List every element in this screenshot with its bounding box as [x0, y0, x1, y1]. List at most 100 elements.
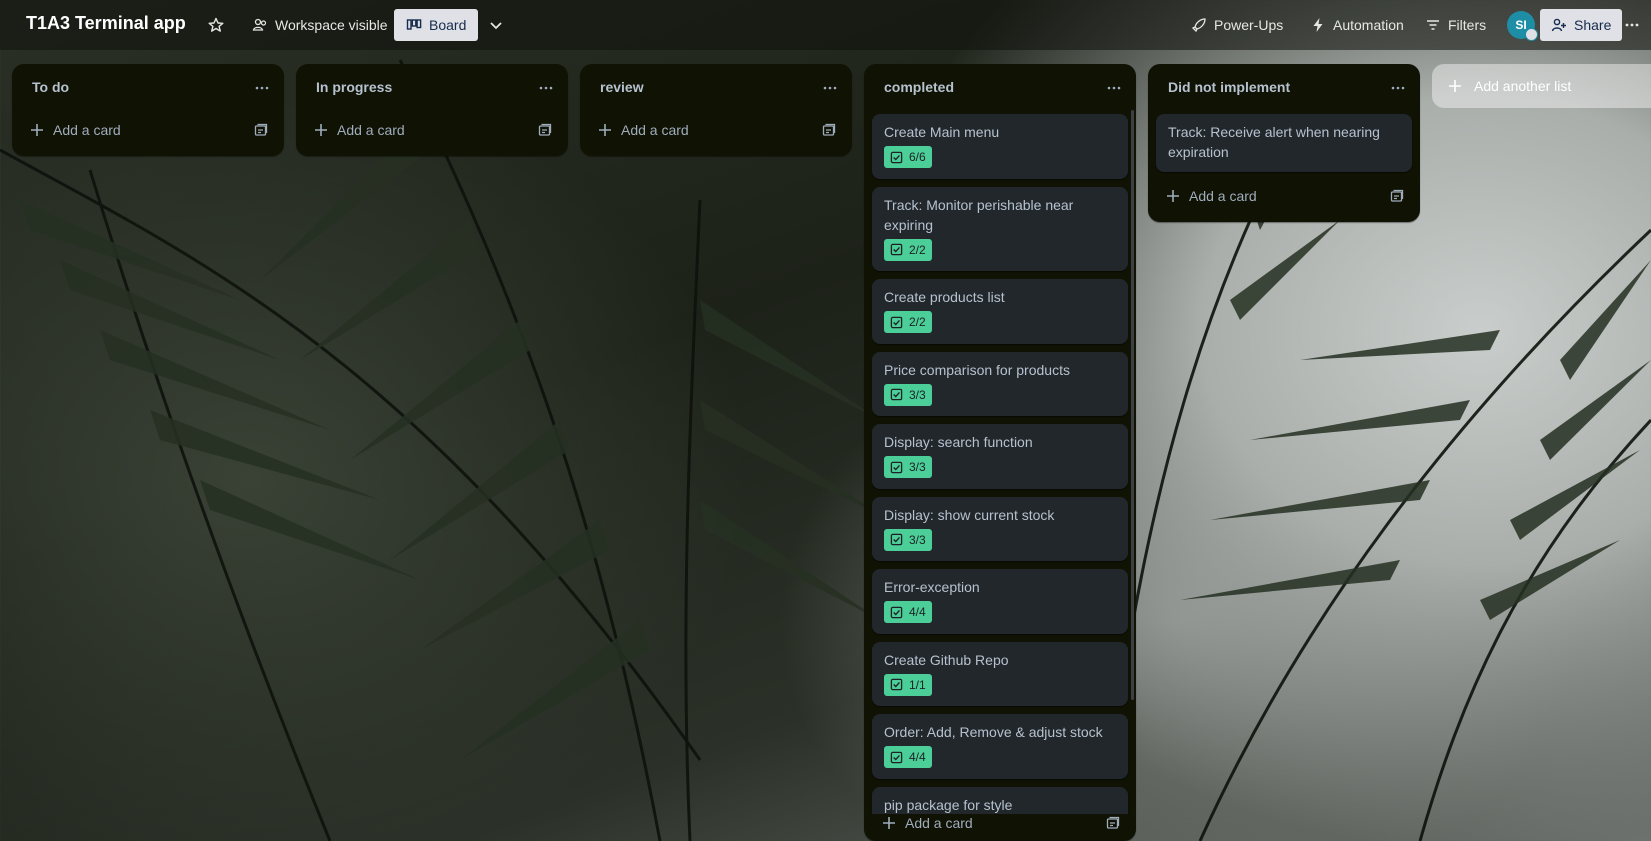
board-title[interactable]: T1A3 Terminal app: [26, 13, 186, 34]
list-review: review Add a card: [580, 64, 852, 156]
card[interactable]: Display: search function 3/3: [872, 424, 1128, 489]
lightning-icon: [1313, 18, 1323, 32]
list-title[interactable]: review: [600, 79, 644, 95]
board-view-button[interactable]: Board: [394, 9, 479, 41]
filters-label: Filters: [1448, 17, 1487, 33]
card-title: Track: Monitor perishable near expiring: [884, 196, 1074, 233]
power-ups-button[interactable]: Power-Ups: [1191, 10, 1283, 40]
card-title: Track: Receive alert when nearing expira…: [1168, 124, 1380, 160]
card[interactable]: Create Github Repo 1/1: [872, 641, 1128, 706]
create-from-template-button[interactable]: [1102, 812, 1124, 834]
card[interactable]: Price comparison for products 3/3: [872, 351, 1128, 416]
list-actions-button[interactable]: [1386, 76, 1410, 100]
board-menu-button[interactable]: [1620, 10, 1644, 40]
checklist-icon: [890, 151, 903, 163]
checklist-count: 6/6: [909, 150, 926, 164]
add-card-row: Add a card: [864, 807, 1136, 841]
checklist-badge: 3/3: [884, 528, 932, 551]
list-title[interactable]: completed: [884, 79, 954, 95]
checklist-count: 3/3: [909, 387, 926, 402]
add-list-label: Add another list: [1474, 78, 1572, 94]
card-title: Price comparison for products: [884, 361, 1070, 378]
create-from-template-button[interactable]: [250, 119, 272, 141]
card-list: Create Main menu 6/6 Track: Monitor perish…: [864, 114, 1136, 814]
list-actions-button[interactable]: [1102, 76, 1126, 100]
view-switcher-button[interactable]: [484, 10, 508, 40]
checklist-badge: 1/1: [884, 673, 932, 696]
add-card-button[interactable]: Add a card: [590, 116, 697, 144]
card-title: Error-exception: [884, 579, 980, 595]
card-title: Display: show current stock: [884, 506, 1055, 523]
workspace-visible-icon: [252, 18, 267, 31]
add-card-row: Add a card: [1148, 180, 1420, 214]
add-card-row: Add a card: [580, 114, 852, 148]
list-header: review: [580, 64, 852, 114]
card[interactable]: Create Main menu 6/6: [872, 114, 1128, 179]
card[interactable]: Display: show current stock 3/3: [872, 496, 1128, 561]
card-title: Order: Add, Remove & adjust stock: [884, 724, 1103, 740]
checklist-icon: [890, 606, 903, 618]
list-title[interactable]: To do: [32, 79, 69, 95]
list-actions-button[interactable]: [534, 76, 558, 100]
card[interactable]: Error-exception 4/4: [872, 569, 1128, 634]
checklist-icon: [890, 243, 903, 256]
create-from-template-button[interactable]: [534, 119, 556, 141]
card[interactable]: Track: Receive alert when nearing expira…: [1156, 114, 1412, 172]
list-header: In progress: [296, 64, 568, 114]
star-board-button[interactable]: [204, 10, 228, 40]
chevron-down-icon: [490, 22, 502, 30]
list-actions-button[interactable]: [250, 76, 274, 100]
list-title[interactable]: In progress: [316, 79, 392, 95]
plus-icon: [1167, 190, 1179, 202]
add-person-icon: [1551, 18, 1566, 32]
checklist-count: 3/3: [909, 532, 926, 547]
add-card-button[interactable]: Add a card: [22, 116, 129, 144]
add-card-button[interactable]: Add a card: [874, 809, 981, 837]
add-card-label: Add a card: [53, 122, 121, 138]
add-card-button[interactable]: Add a card: [306, 116, 413, 144]
plus-icon: [315, 124, 327, 136]
list-header: To do: [12, 64, 284, 114]
more-icon: [539, 86, 553, 90]
card-list: Track: Receive alert when nearing expira…: [1148, 114, 1420, 172]
checklist-icon: [890, 461, 903, 473]
checklist-count: 1/1: [909, 677, 926, 692]
checklist-count: 3/3: [909, 460, 926, 474]
create-from-template-button[interactable]: [1386, 185, 1408, 207]
share-label: Share: [1574, 17, 1612, 33]
card-template-icon: [822, 123, 836, 136]
plus-icon: [1449, 80, 1461, 92]
checklist-icon: [890, 533, 903, 546]
list-did-not-implement: Did not implement Track: Receive alert w…: [1148, 64, 1420, 222]
list-scrollbar[interactable]: [1131, 110, 1134, 700]
more-icon: [255, 86, 269, 90]
list-completed: completed Create Main menu 6/6 Track: Moni…: [864, 64, 1136, 841]
list-title[interactable]: Did not implement: [1168, 79, 1290, 95]
plus-icon: [31, 124, 43, 136]
list-in-progress: In progress Add a card: [296, 64, 568, 156]
rocket-icon: [1191, 18, 1206, 33]
add-card-label: Add a card: [1189, 188, 1257, 204]
card[interactable]: Create products list 2/2: [872, 279, 1128, 344]
card[interactable]: Order: Add, Remove & adjust stock 4/4: [872, 714, 1128, 779]
share-button[interactable]: Share: [1540, 9, 1623, 41]
admin-badge-icon: [1525, 28, 1538, 41]
add-another-list-button[interactable]: Add another list: [1432, 64, 1651, 108]
checklist-badge: 4/4: [884, 601, 932, 623]
create-from-template-button[interactable]: [818, 119, 840, 141]
member-avatar[interactable]: SI: [1507, 11, 1538, 41]
card-template-icon: [538, 123, 552, 136]
more-icon: [1107, 86, 1121, 90]
filters-button[interactable]: Filters: [1425, 10, 1486, 40]
card-title: Create Main menu: [884, 124, 1000, 140]
checklist-icon: [890, 678, 903, 691]
card[interactable]: Track: Monitor perishable near expiring 2…: [872, 186, 1128, 271]
list-actions-button[interactable]: [818, 76, 842, 100]
add-card-label: Add a card: [621, 122, 689, 138]
workspace-visible-button[interactable]: Workspace visible: [246, 10, 394, 40]
checklist-icon: [890, 388, 903, 401]
checklist-badge: 3/3: [884, 383, 932, 406]
automation-button[interactable]: Automation: [1310, 10, 1404, 40]
add-card-row: Add a card: [296, 114, 568, 148]
add-card-button[interactable]: Add a card: [1158, 182, 1265, 210]
